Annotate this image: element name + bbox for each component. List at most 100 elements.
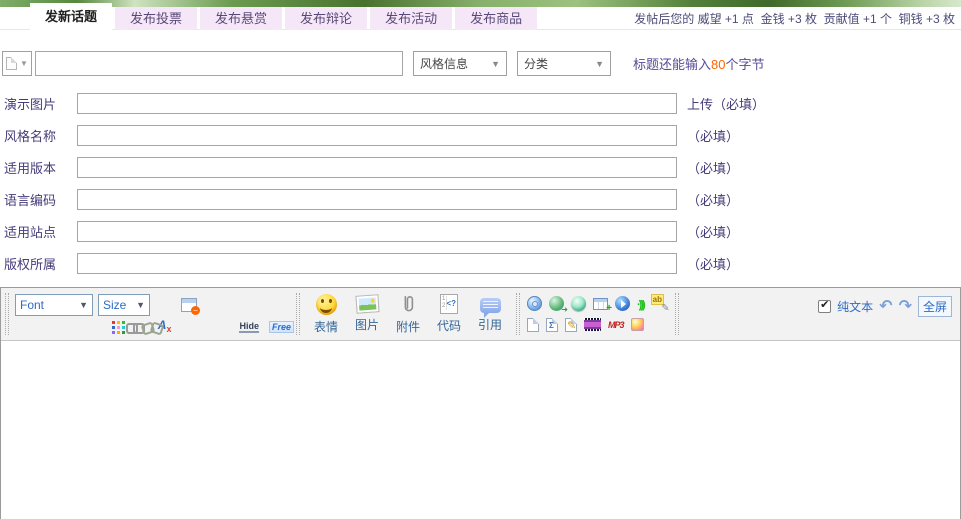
chevron-down-icon: ▼	[79, 300, 88, 310]
field-label: 语言编码	[4, 190, 77, 209]
toolbar-drag-handle[interactable]	[516, 293, 520, 335]
chevron-down-icon: ▼	[136, 300, 145, 310]
version-input[interactable]	[77, 157, 677, 178]
editor-toolbar: Font ▼ Size ▼ Hide Free	[1, 288, 960, 341]
header-tabbar: 发新话题 发布投票 发布悬赏 发布辩论 发布活动 发布商品 发帖后您的 威望 +…	[0, 0, 961, 30]
field-note: 上传（必填）	[687, 94, 765, 113]
font-size-select[interactable]: Size ▼	[98, 294, 150, 316]
toolbar-drag-handle[interactable]	[675, 293, 679, 335]
insert-media-icon[interactable]	[615, 296, 630, 311]
insert-link-icon[interactable]	[126, 322, 132, 332]
formula-icon[interactable]	[546, 318, 558, 332]
remaining-count: 80	[711, 57, 725, 72]
remaining-suffix: 个字节	[725, 57, 764, 72]
field-label: 适用版本	[4, 158, 77, 177]
form-row-site: 适用站点 （必填）	[0, 215, 961, 247]
highlight-text-icon[interactable]	[651, 296, 668, 311]
field-note: （必填）	[687, 222, 739, 241]
insert-flash-icon[interactable]	[527, 296, 542, 311]
encoding-input[interactable]	[77, 189, 677, 210]
post-editor: Font ▼ Size ▼ Hide Free	[0, 287, 961, 519]
demo-image-input[interactable]	[77, 93, 677, 114]
redo-icon[interactable]	[899, 300, 912, 314]
toolbar-drag-handle[interactable]	[296, 293, 300, 335]
insert-quote-button[interactable]: 引用	[471, 295, 509, 333]
insert-network-image-icon[interactable]	[549, 296, 564, 311]
format-group: Font ▼ Size ▼ Hide Free	[11, 288, 294, 340]
post-type-tabs: 发新话题 发布投票 发布悬赏 发布辩论 发布活动 发布商品	[30, 3, 537, 30]
fullscreen-button[interactable]: 全屏	[918, 296, 952, 317]
field-note: （必填）	[687, 190, 739, 209]
field-label: 适用站点	[4, 222, 77, 241]
insert-smiley-button[interactable]: 表情	[307, 294, 345, 335]
field-note: （必填）	[687, 126, 739, 145]
form-row-demo-image: 演示图片 上传（必填）	[0, 87, 961, 119]
insert-button-icon[interactable]	[571, 296, 586, 311]
tab-post-poll[interactable]: 发布投票	[115, 7, 197, 30]
image-icon	[355, 294, 379, 314]
title-remaining-counter: 标题还能输入80个字节	[633, 54, 765, 73]
tab-post-activity[interactable]: 发布活动	[370, 7, 452, 30]
free-content-button[interactable]: Free	[269, 321, 294, 333]
font-color-palette-icon[interactable]	[112, 321, 116, 334]
insert-image-button[interactable]: 图片	[348, 295, 386, 333]
style-name-input[interactable]	[77, 125, 677, 146]
site-input[interactable]	[77, 221, 677, 242]
tab-post-goods[interactable]: 发布商品	[455, 7, 537, 30]
category-select[interactable]: 分类 ▼	[517, 51, 611, 76]
topic-icon-select[interactable]: ▼	[2, 51, 32, 76]
quote-icon	[480, 298, 501, 313]
field-label: 演示图片	[4, 94, 77, 113]
remaining-prefix: 标题还能输入	[633, 57, 711, 72]
smiley-icon	[316, 294, 337, 315]
insert-mp3-icon[interactable]: MP3	[608, 320, 624, 330]
insert-video-icon[interactable]	[584, 318, 601, 331]
new-thread-page: 发新话题 发布投票 发布悬赏 发布辩论 发布活动 发布商品 发帖后您的 威望 +…	[0, 0, 961, 519]
toolbar-drag-handle[interactable]	[5, 293, 9, 335]
insert-code-button[interactable]: 代码	[430, 294, 468, 334]
font-size-value: Size	[103, 298, 126, 312]
undo-icon[interactable]	[879, 300, 892, 314]
style-info-select[interactable]: 风格信息 ▼	[413, 51, 507, 76]
new-page-icon[interactable]	[527, 318, 539, 332]
chevron-down-icon: ▼	[595, 59, 604, 69]
field-label: 风格名称	[4, 126, 77, 145]
hide-content-button[interactable]: Hide	[239, 321, 259, 333]
form-row-style-name: 风格名称 （必填）	[0, 119, 961, 151]
form-row-version: 适用版本 （必填）	[0, 151, 961, 183]
insert-attachment-button[interactable]: 附件	[389, 294, 427, 335]
copyright-input[interactable]	[77, 253, 677, 274]
field-note: （必填）	[687, 254, 739, 273]
remove-link-icon[interactable]	[142, 322, 148, 332]
button-label: 引用	[478, 316, 502, 333]
message-body-textarea[interactable]	[1, 341, 960, 519]
title-input[interactable]	[35, 51, 403, 76]
toggle-source-mode-icon[interactable]	[181, 298, 197, 312]
insert-buttons-group: 表情 图片 附件 代码 引用	[302, 288, 514, 340]
button-label: 代码	[437, 317, 461, 334]
button-label: 表情	[314, 318, 338, 335]
button-label: 附件	[396, 318, 420, 335]
page-icon	[6, 57, 17, 70]
field-label: 版权所属	[4, 254, 77, 273]
plain-text-label: 纯文本	[837, 298, 873, 315]
form-row-encoding: 语言编码 （必填）	[0, 183, 961, 215]
insert-table-icon[interactable]	[593, 298, 608, 310]
insert-sound-icon[interactable]	[637, 297, 644, 311]
points-notice: 发帖后您的 威望 +1 点 金钱 +3 枚 贡献值 +1 个 铜钱 +3 枚	[634, 10, 955, 27]
color-gradient-icon[interactable]	[631, 318, 644, 331]
chevron-down-icon: ▼	[20, 59, 28, 68]
style-info-form: 演示图片 上传（必填） 风格名称 （必填） 适用版本 （必填） 语言编码 （必填…	[0, 87, 961, 279]
font-family-value: Font	[20, 298, 44, 312]
form-row-copyright: 版权所属 （必填）	[0, 247, 961, 279]
title-row: ▼ 风格信息 ▼ 分类 ▼ 标题还能输入80个字节	[2, 51, 961, 76]
tab-post-reward[interactable]: 发布悬赏	[200, 7, 282, 30]
category-select-value: 分类	[524, 55, 548, 72]
edit-source-icon[interactable]	[565, 318, 577, 332]
tab-post-debate[interactable]: 发布辩论	[285, 7, 367, 30]
tab-new-topic[interactable]: 发新话题	[30, 3, 112, 30]
style-info-select-value: 风格信息	[420, 55, 468, 72]
extra-insert-group: MP3	[522, 288, 673, 340]
plain-text-checkbox[interactable]	[818, 300, 831, 313]
font-family-select[interactable]: Font ▼	[15, 294, 93, 316]
